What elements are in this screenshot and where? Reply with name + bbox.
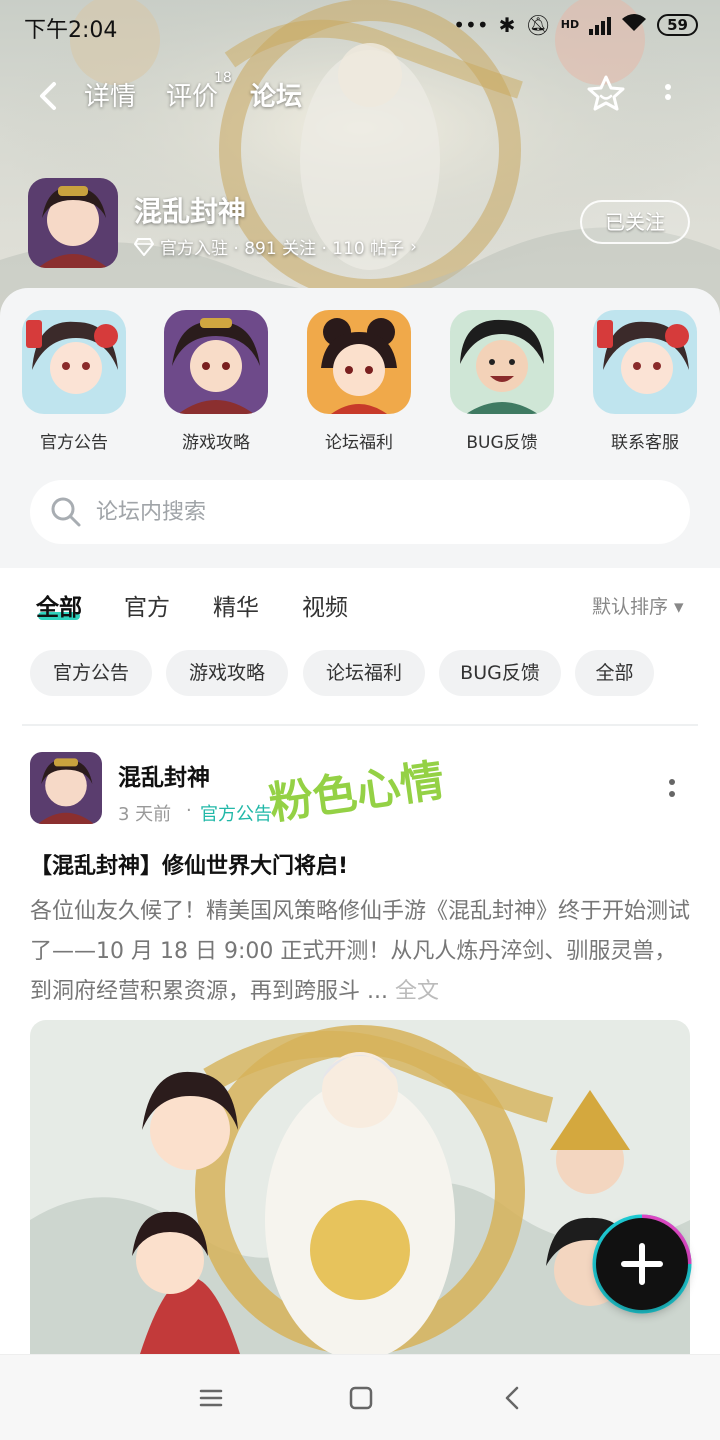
game-title: 混乱封神	[134, 195, 247, 228]
signal-icon	[589, 15, 612, 35]
system-navigation-bar	[0, 1354, 720, 1440]
filter-tab-featured[interactable]: 精华	[213, 588, 259, 622]
post-body[interactable]: 各位仙友久候了！精美国风策略修仙手游《混乱封神》终于开始测试了——10 月 18…	[30, 892, 690, 1012]
forum-search-box[interactable]	[30, 480, 690, 544]
diamond-verified-icon	[134, 237, 154, 256]
hd-label: HD	[560, 18, 580, 31]
game-avatar[interactable]	[28, 178, 118, 268]
plus-icon	[621, 1243, 663, 1285]
post-more-icon[interactable]	[662, 774, 682, 804]
top-navigation: 详情 评价 18 论坛	[0, 68, 720, 124]
tab-details[interactable]: 详情	[84, 76, 136, 113]
status-icons: ••• ✱ 🔕︎ HD 59	[453, 12, 698, 37]
quick-entry-bug-report[interactable]: BUG反馈	[450, 310, 554, 453]
mute-icon: 🔕︎	[525, 12, 551, 37]
post-timestamp: 3 天前	[118, 804, 172, 825]
chip-announcements[interactable]: 官方公告	[30, 650, 152, 696]
follow-button[interactable]: 已关注	[580, 200, 690, 244]
wifi-icon	[621, 12, 647, 37]
chevron-right-icon: ›	[410, 236, 417, 257]
home-icon[interactable]	[346, 1383, 376, 1413]
expand-full-text-link[interactable]: 全文	[395, 979, 439, 1004]
guide-character-icon	[164, 310, 268, 414]
meta-separator: ·	[186, 800, 192, 821]
post-author-name[interactable]: 混乱封神	[118, 758, 210, 792]
more-options-icon[interactable]	[658, 80, 678, 112]
post-category-tag[interactable]: 官方公告	[200, 800, 272, 826]
menu-icon[interactable]	[196, 1383, 226, 1413]
dots-icon: •••	[453, 12, 489, 37]
filter-tab-video[interactable]: 视频	[302, 588, 348, 622]
chip-welfare[interactable]: 论坛福利	[303, 650, 425, 696]
announcement-character-icon	[22, 310, 126, 414]
game-meta-text: 官方入驻 · 891 关注 · 110 帖子	[160, 239, 405, 259]
search-icon	[51, 497, 81, 527]
quick-entry-guides[interactable]: 游戏攻略	[164, 310, 268, 453]
post-title[interactable]: 【混乱封神】修仙世界大门将启!	[30, 848, 348, 880]
filter-tab-official[interactable]: 官方	[124, 588, 170, 622]
quick-entry-announcements[interactable]: 官方公告	[22, 310, 126, 453]
battery-icon: 59	[657, 13, 698, 36]
divider	[22, 724, 698, 726]
bug-report-character-icon	[450, 310, 554, 414]
filter-tab-all[interactable]: 全部	[36, 588, 82, 622]
reviews-count-badge: 18	[214, 70, 232, 86]
tab-reviews[interactable]: 评价	[166, 76, 218, 113]
game-meta[interactable]: 官方入驻 · 891 关注 · 110 帖子 ›	[134, 234, 417, 259]
welfare-character-icon	[307, 310, 411, 414]
status-time: 下午2:04	[24, 18, 118, 43]
support-character-icon	[593, 310, 697, 414]
chip-guides[interactable]: 游戏攻略	[166, 650, 288, 696]
favorite-star-icon[interactable]	[586, 74, 626, 114]
create-post-button[interactable]	[596, 1218, 688, 1310]
quick-entry-label: 游戏攻略	[182, 433, 250, 453]
quick-entry-label: 联系客服	[611, 433, 679, 453]
bluetooth-icon: ✱	[498, 12, 516, 37]
sort-dropdown[interactable]: 默认排序 ▾	[592, 592, 684, 619]
quick-entry-welfare[interactable]: 论坛福利	[307, 310, 411, 453]
back-icon[interactable]	[498, 1383, 528, 1413]
status-bar: 下午2:04 ••• ✱ 🔕︎ HD 59	[0, 0, 720, 50]
quick-entry-label: 官方公告	[40, 433, 108, 453]
post-body-text: 各位仙友久候了！精美国风策略修仙手游《混乱封神》终于开始测试了——10 月 18…	[30, 899, 691, 1004]
tab-forum[interactable]: 论坛	[250, 76, 302, 113]
back-arrow-icon[interactable]	[34, 78, 64, 114]
quick-entry-support[interactable]: 联系客服	[593, 310, 697, 453]
post-cover-image[interactable]	[30, 1020, 690, 1354]
quick-entry-label: 论坛福利	[325, 433, 393, 453]
chip-bug-report[interactable]: BUG反馈	[439, 650, 561, 696]
search-input[interactable]	[96, 480, 656, 544]
chip-all[interactable]: 全部	[575, 650, 654, 696]
post-author-avatar[interactable]	[30, 752, 102, 824]
quick-entry-label: BUG反馈	[466, 433, 538, 453]
